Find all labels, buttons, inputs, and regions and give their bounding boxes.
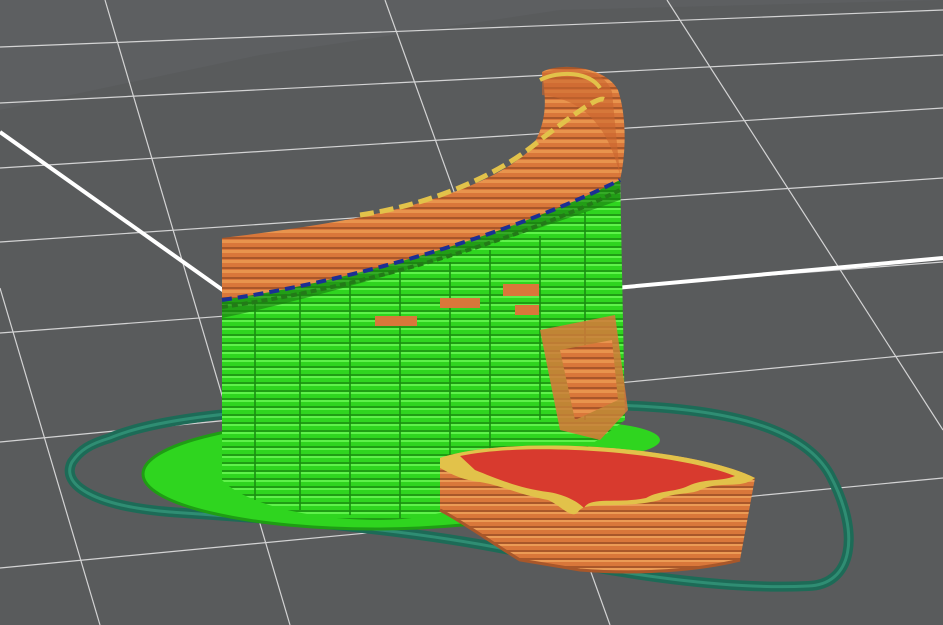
- print-preview-canvas[interactable]: [0, 0, 943, 625]
- print-preview-viewport[interactable]: [0, 0, 943, 625]
